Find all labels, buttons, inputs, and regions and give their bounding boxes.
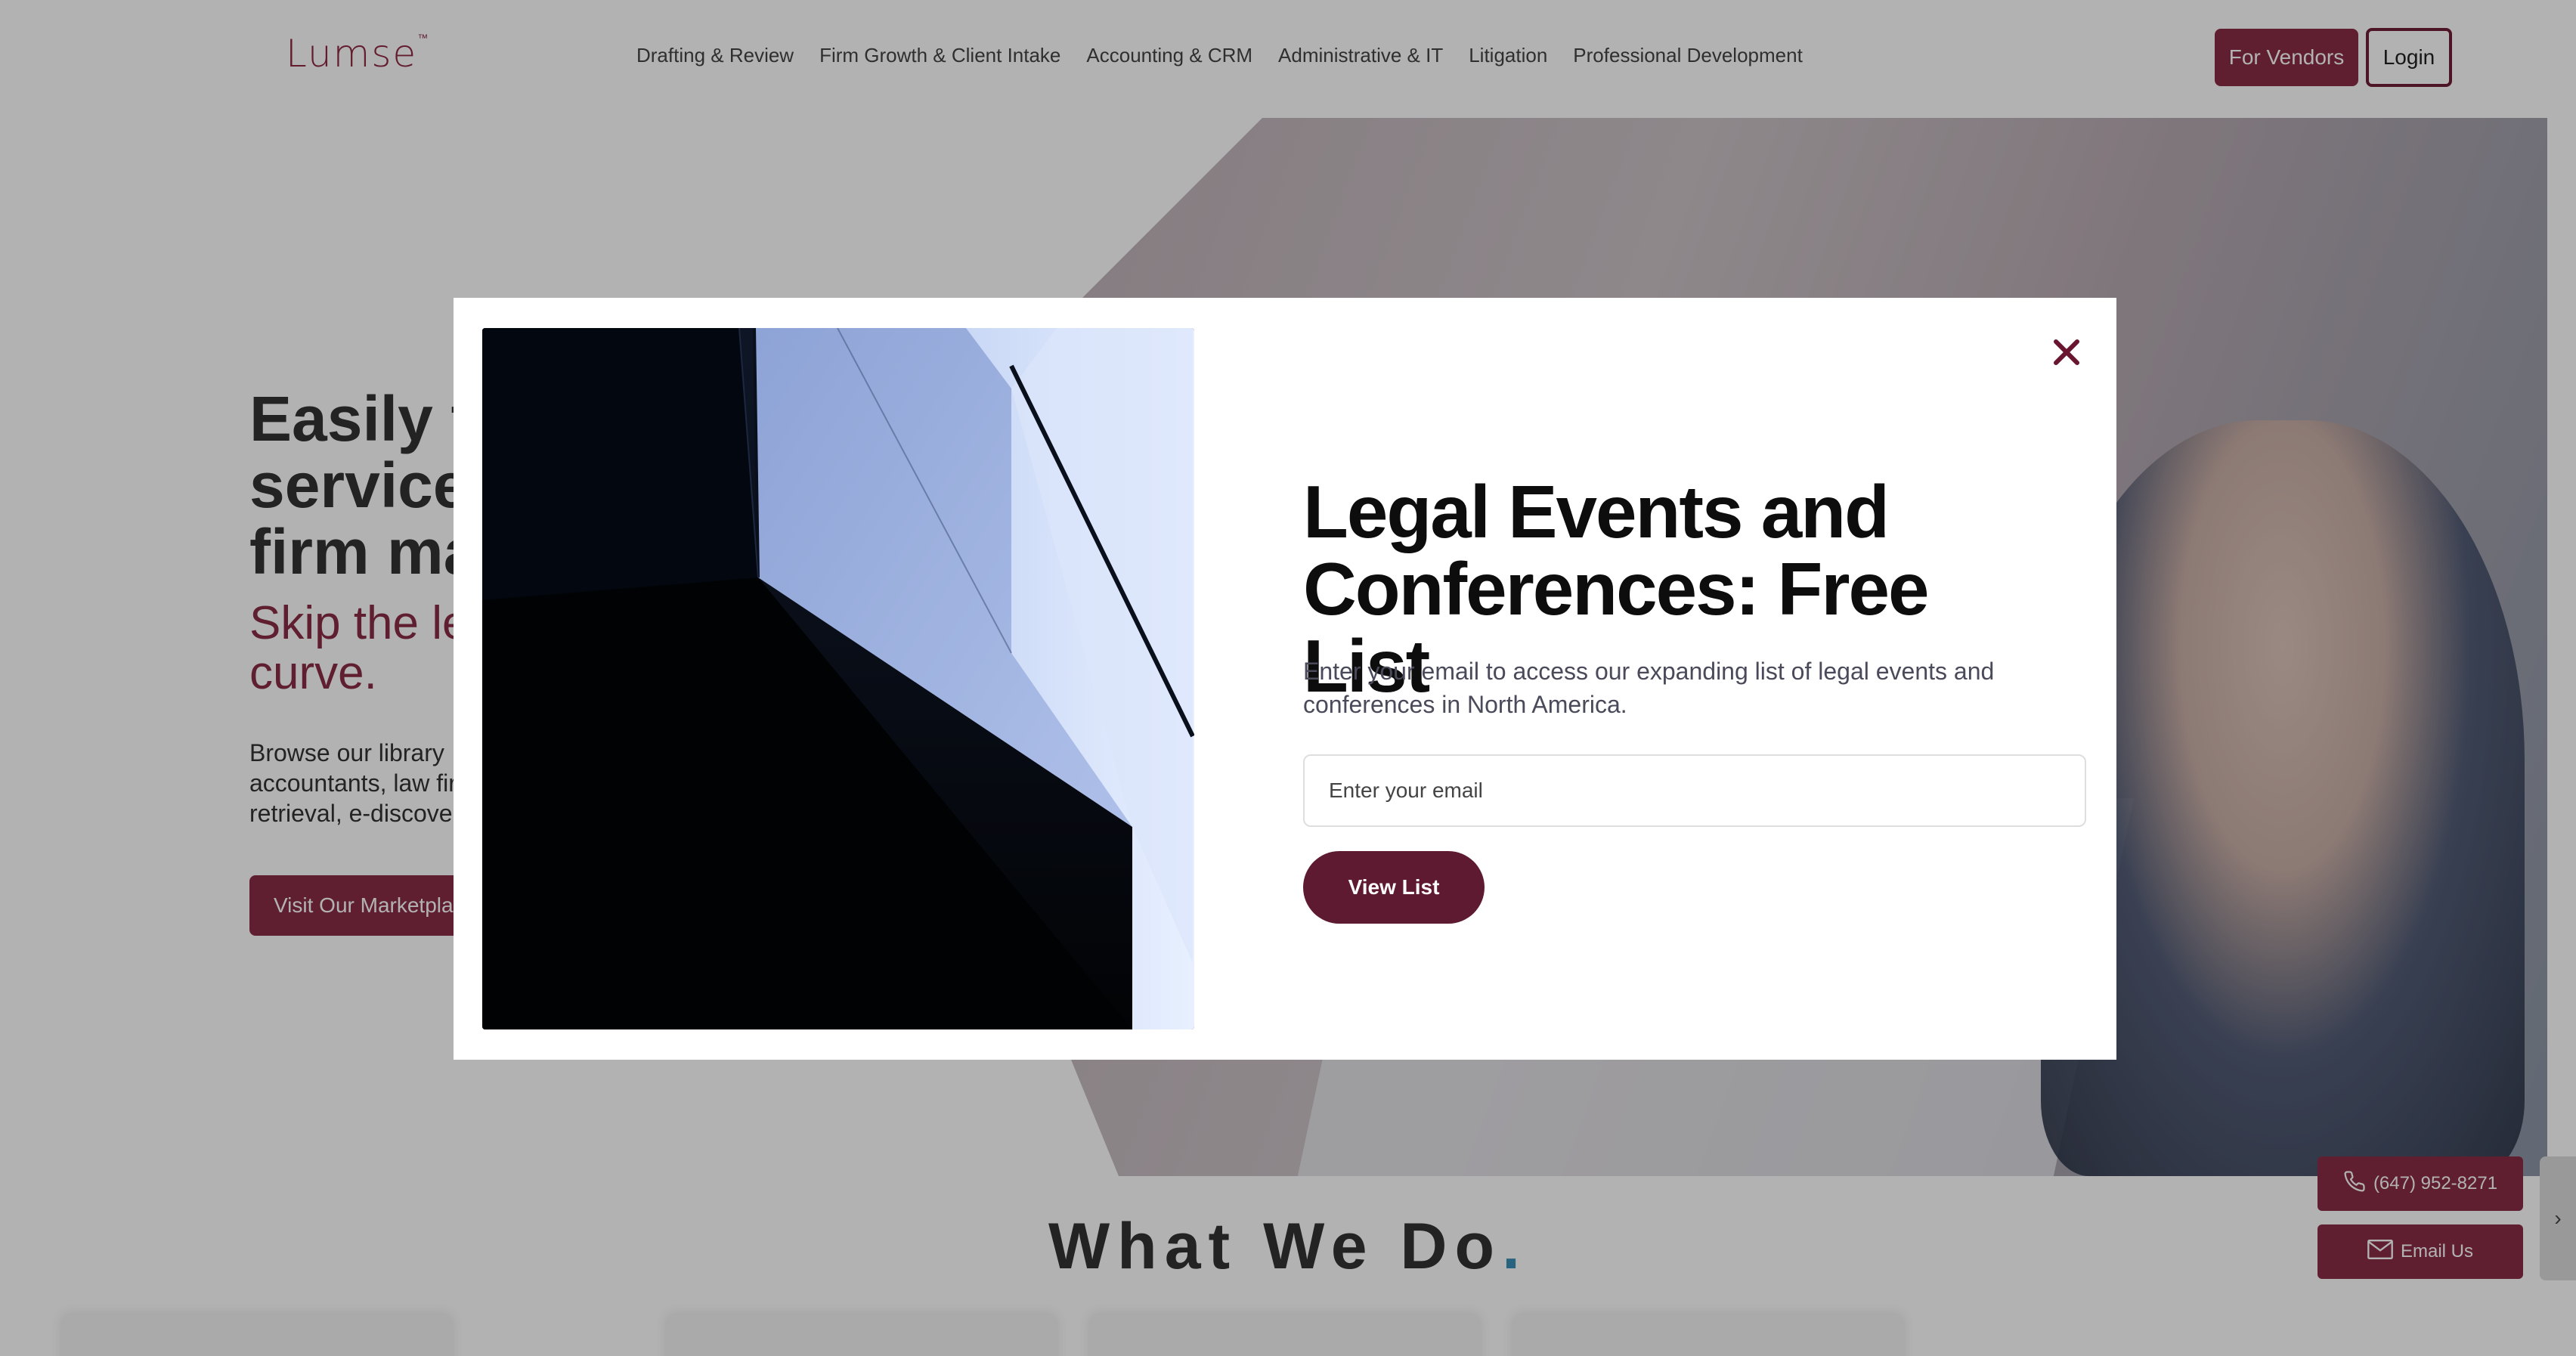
close-button[interactable] xyxy=(2044,330,2089,375)
close-icon xyxy=(2054,339,2079,365)
newsletter-modal: Legal Events and Conferences: Free List … xyxy=(454,298,2116,1060)
building-illustration xyxy=(482,328,1194,1029)
modal-description: Enter your email to access our expanding… xyxy=(1303,658,1995,718)
modal-image xyxy=(482,328,1194,1029)
view-list-button[interactable]: View List xyxy=(1303,851,1485,924)
email-input[interactable] xyxy=(1303,754,2086,827)
